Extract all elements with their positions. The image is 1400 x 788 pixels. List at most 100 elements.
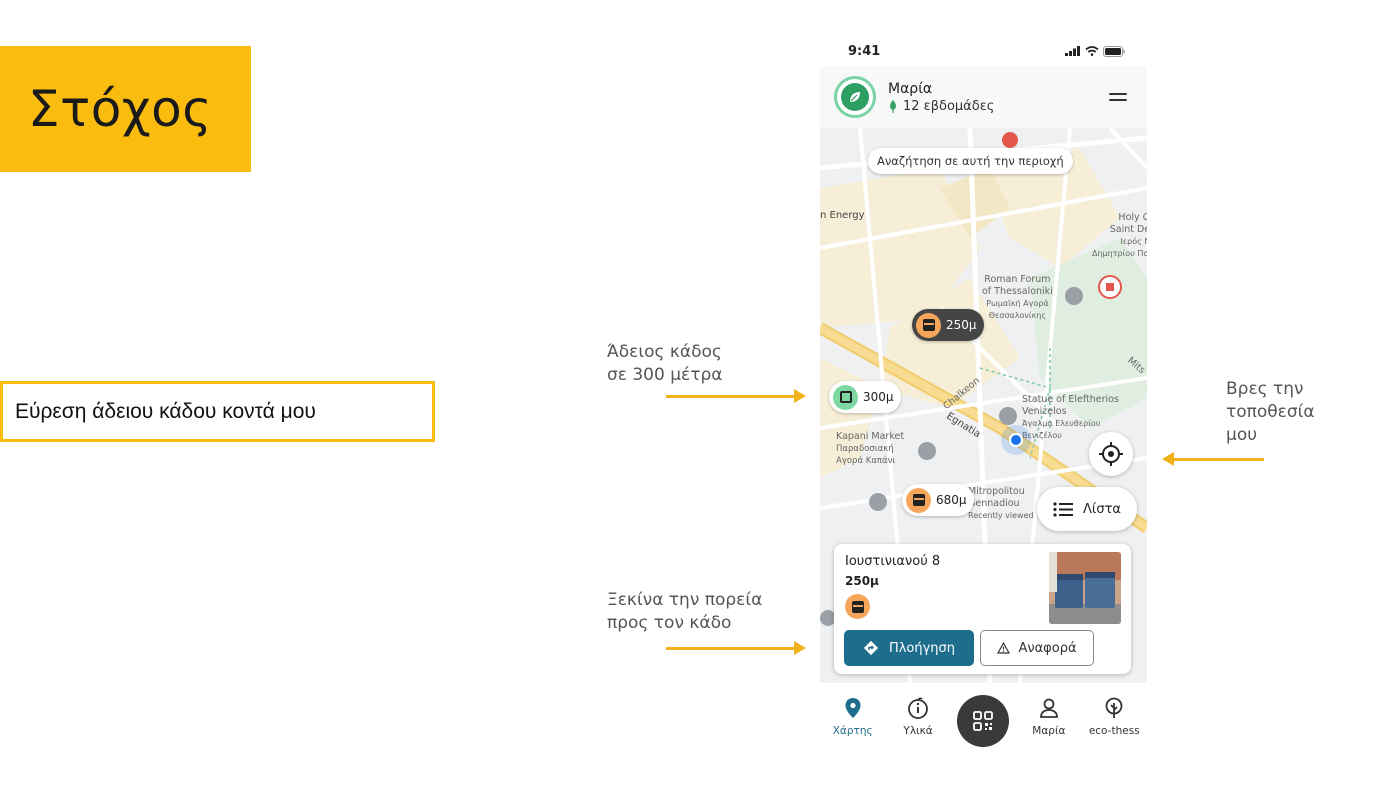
nav-materials-label: Υλικά (903, 725, 933, 737)
map-label-forum-3: Ρωμαϊκή Αγορά (986, 299, 1049, 308)
note-start-route-line2: προς τον κάδο (607, 613, 732, 633)
list-icon (1053, 501, 1074, 517)
goal-title: Στόχος (28, 80, 213, 138)
signal-icon (1065, 46, 1080, 56)
bin-pin-680[interactable]: 680μ (902, 484, 974, 516)
bin-address: Ιουστινιανού 8 (845, 554, 941, 569)
bin-photo-image (1049, 552, 1121, 624)
bin-photo (1049, 552, 1121, 624)
bin-details-card[interactable]: Ιουστινιανού 8 250μ Πλοήγηση Αναφορά (834, 544, 1131, 674)
search-this-area-button[interactable]: Αναζήτηση σε αυτή την περιοχή (868, 148, 1073, 174)
avatar[interactable] (834, 76, 876, 118)
user-weeks-row: 12 εβδομάδες (888, 99, 994, 114)
bin-distance: 250μ (845, 574, 879, 588)
note-start-route-line1: Ξεκίνα την πορεία (607, 590, 763, 610)
crosshair-icon (1099, 442, 1123, 466)
battery-icon (1103, 45, 1125, 57)
map-pin-icon (845, 698, 861, 718)
map-label-kapani-1: Kapani Market (836, 431, 905, 442)
arrow-start-route (666, 641, 806, 655)
nav-materials[interactable]: Υλικά (888, 697, 948, 737)
map-label-mitropolitou: Mitropolitou Gennadiou Recently viewed (968, 486, 1034, 522)
app-header: Μαρία 12 εβδομάδες (820, 66, 1147, 128)
nav-eco-thess[interactable]: eco-thess (1084, 697, 1144, 737)
leaf-icon (850, 92, 860, 102)
task-box: Εύρεση άδειου κάδου κοντά μου (0, 381, 435, 442)
map-label-recently-viewed: Recently viewed (968, 511, 1034, 520)
map-label-statue-1: Statue of Eleftherios (1022, 394, 1119, 405)
bin-status-icon (845, 594, 870, 619)
map-label-holy-church-4: Δημητρίου Πολιού (1092, 249, 1147, 258)
note-find-location: Βρες την τοποθεσία μου (1226, 378, 1315, 447)
map-label-mitropolitou-2: Gennadiou (968, 498, 1020, 509)
wifi-icon (1085, 46, 1099, 56)
bin-pin-distance: 680μ (936, 493, 967, 507)
note-empty-bin-line1: Άδειος κάδος (607, 342, 722, 362)
map-view[interactable]: Αναζήτηση σε αυτή την περιοχή n Energy H… (820, 128, 1147, 683)
map-label-kapani-3: Αγορά Καπάνι (836, 456, 896, 466)
locate-me-button[interactable] (1089, 432, 1133, 476)
phone-mockup: 9:41 Μαρία 12 εβδομάδες Αναζήτηση σε αυτ… (820, 36, 1147, 754)
bin-pin-distance: 300μ (863, 390, 894, 404)
profile-icon (1039, 698, 1058, 718)
user-name: Μαρία (888, 80, 933, 97)
map-label-holy-church-2: Saint Deme (1109, 224, 1147, 235)
warning-icon (997, 642, 1011, 654)
user-info: Μαρία 12 εβδομάδες (888, 81, 994, 114)
map-label-forum-4: Θεσσαλονίκης (988, 311, 1047, 320)
map-label-holy-church-1: Holy Chur (1118, 212, 1147, 223)
directions-icon (863, 640, 879, 656)
map-label-forum-2: of Thessaloniki (982, 286, 1053, 297)
tree-leaf-icon (890, 99, 896, 113)
arrow-find-location (1162, 452, 1264, 466)
status-icons (1065, 45, 1125, 57)
tree-icon (1105, 697, 1123, 718)
note-empty-bin-line2: σε 300 μέτρα (607, 365, 723, 385)
navigate-label: Πλοήγηση (888, 640, 956, 656)
map-label-kapani-2: Παραδοσιακή (836, 444, 894, 454)
bin-pin-250[interactable]: 250μ (912, 309, 984, 341)
map-label-kapani: Kapani Market Παραδοσιακή Αγορά Καπάνι (836, 431, 904, 467)
slide: Στόχος Εύρεση άδειου κάδου κοντά μου Άδε… (0, 0, 1400, 788)
note-find-location-line2: τοποθεσία (1226, 402, 1315, 422)
qr-scan-button[interactable] (957, 695, 1010, 747)
map-label-holy-church: Holy Chur Saint Deme Ιερός Ναός Δημητρίο… (1092, 212, 1147, 260)
note-find-location-line1: Βρες την (1226, 379, 1304, 399)
nav-map-label: Χάρτης (832, 725, 873, 737)
user-weeks: 12 εβδομάδες (903, 98, 995, 114)
map-label-roman-forum: Roman Forum of Thessaloniki Ρωμαϊκή Αγορ… (982, 274, 1053, 322)
bin-pin-distance: 250μ (946, 318, 977, 332)
user-location-dot (1009, 433, 1023, 447)
list-view-button[interactable]: Λίστα (1037, 487, 1137, 531)
nav-profile-label: Μαρία (1032, 725, 1066, 737)
navigate-button[interactable]: Πλοήγηση (844, 630, 974, 666)
bin-empty-icon (833, 384, 858, 410)
map-label-statue-2: Venizelos (1022, 406, 1067, 417)
map-label-statue-3: Άγαλμα Ελευθερίου (1022, 419, 1101, 428)
note-empty-bin: Άδειος κάδος σε 300 μέτρα (607, 341, 722, 387)
goal-title-box: Στόχος (0, 46, 251, 172)
bin-full-icon (916, 312, 941, 338)
note-find-location-line3: μου (1226, 425, 1258, 445)
bottom-navigation: Χάρτης Υλικά Μαρία eco-thess (820, 683, 1147, 754)
map-label-energy: n Energy (820, 210, 865, 221)
bin-pin-300[interactable]: 300μ (829, 381, 901, 413)
status-bar: 9:41 (820, 36, 1147, 66)
arrow-empty-bin (666, 389, 806, 403)
task-text: Εύρεση άδειου κάδου κοντά μου (15, 399, 316, 423)
report-button[interactable]: Αναφορά (980, 630, 1094, 666)
nav-profile[interactable]: Μαρία (1019, 697, 1079, 737)
menu-icon[interactable] (1109, 89, 1127, 105)
list-view-label: Λίστα (1083, 501, 1121, 517)
nav-map[interactable]: Χάρτης (823, 697, 883, 737)
nav-qr[interactable] (953, 695, 1013, 747)
bin-full-icon (906, 487, 931, 513)
status-time: 9:41 (848, 43, 881, 59)
nav-eco-thess-label: eco-thess (1088, 725, 1140, 737)
map-label-mitropolitou-1: Mitropolitou (968, 486, 1025, 497)
note-start-route: Ξεκίνα την πορεία προς τον κάδο (607, 589, 762, 635)
qr-code-icon (973, 711, 994, 731)
report-label: Αναφορά (1018, 640, 1077, 656)
map-label-forum-1: Roman Forum (984, 274, 1051, 285)
info-icon (908, 697, 928, 719)
